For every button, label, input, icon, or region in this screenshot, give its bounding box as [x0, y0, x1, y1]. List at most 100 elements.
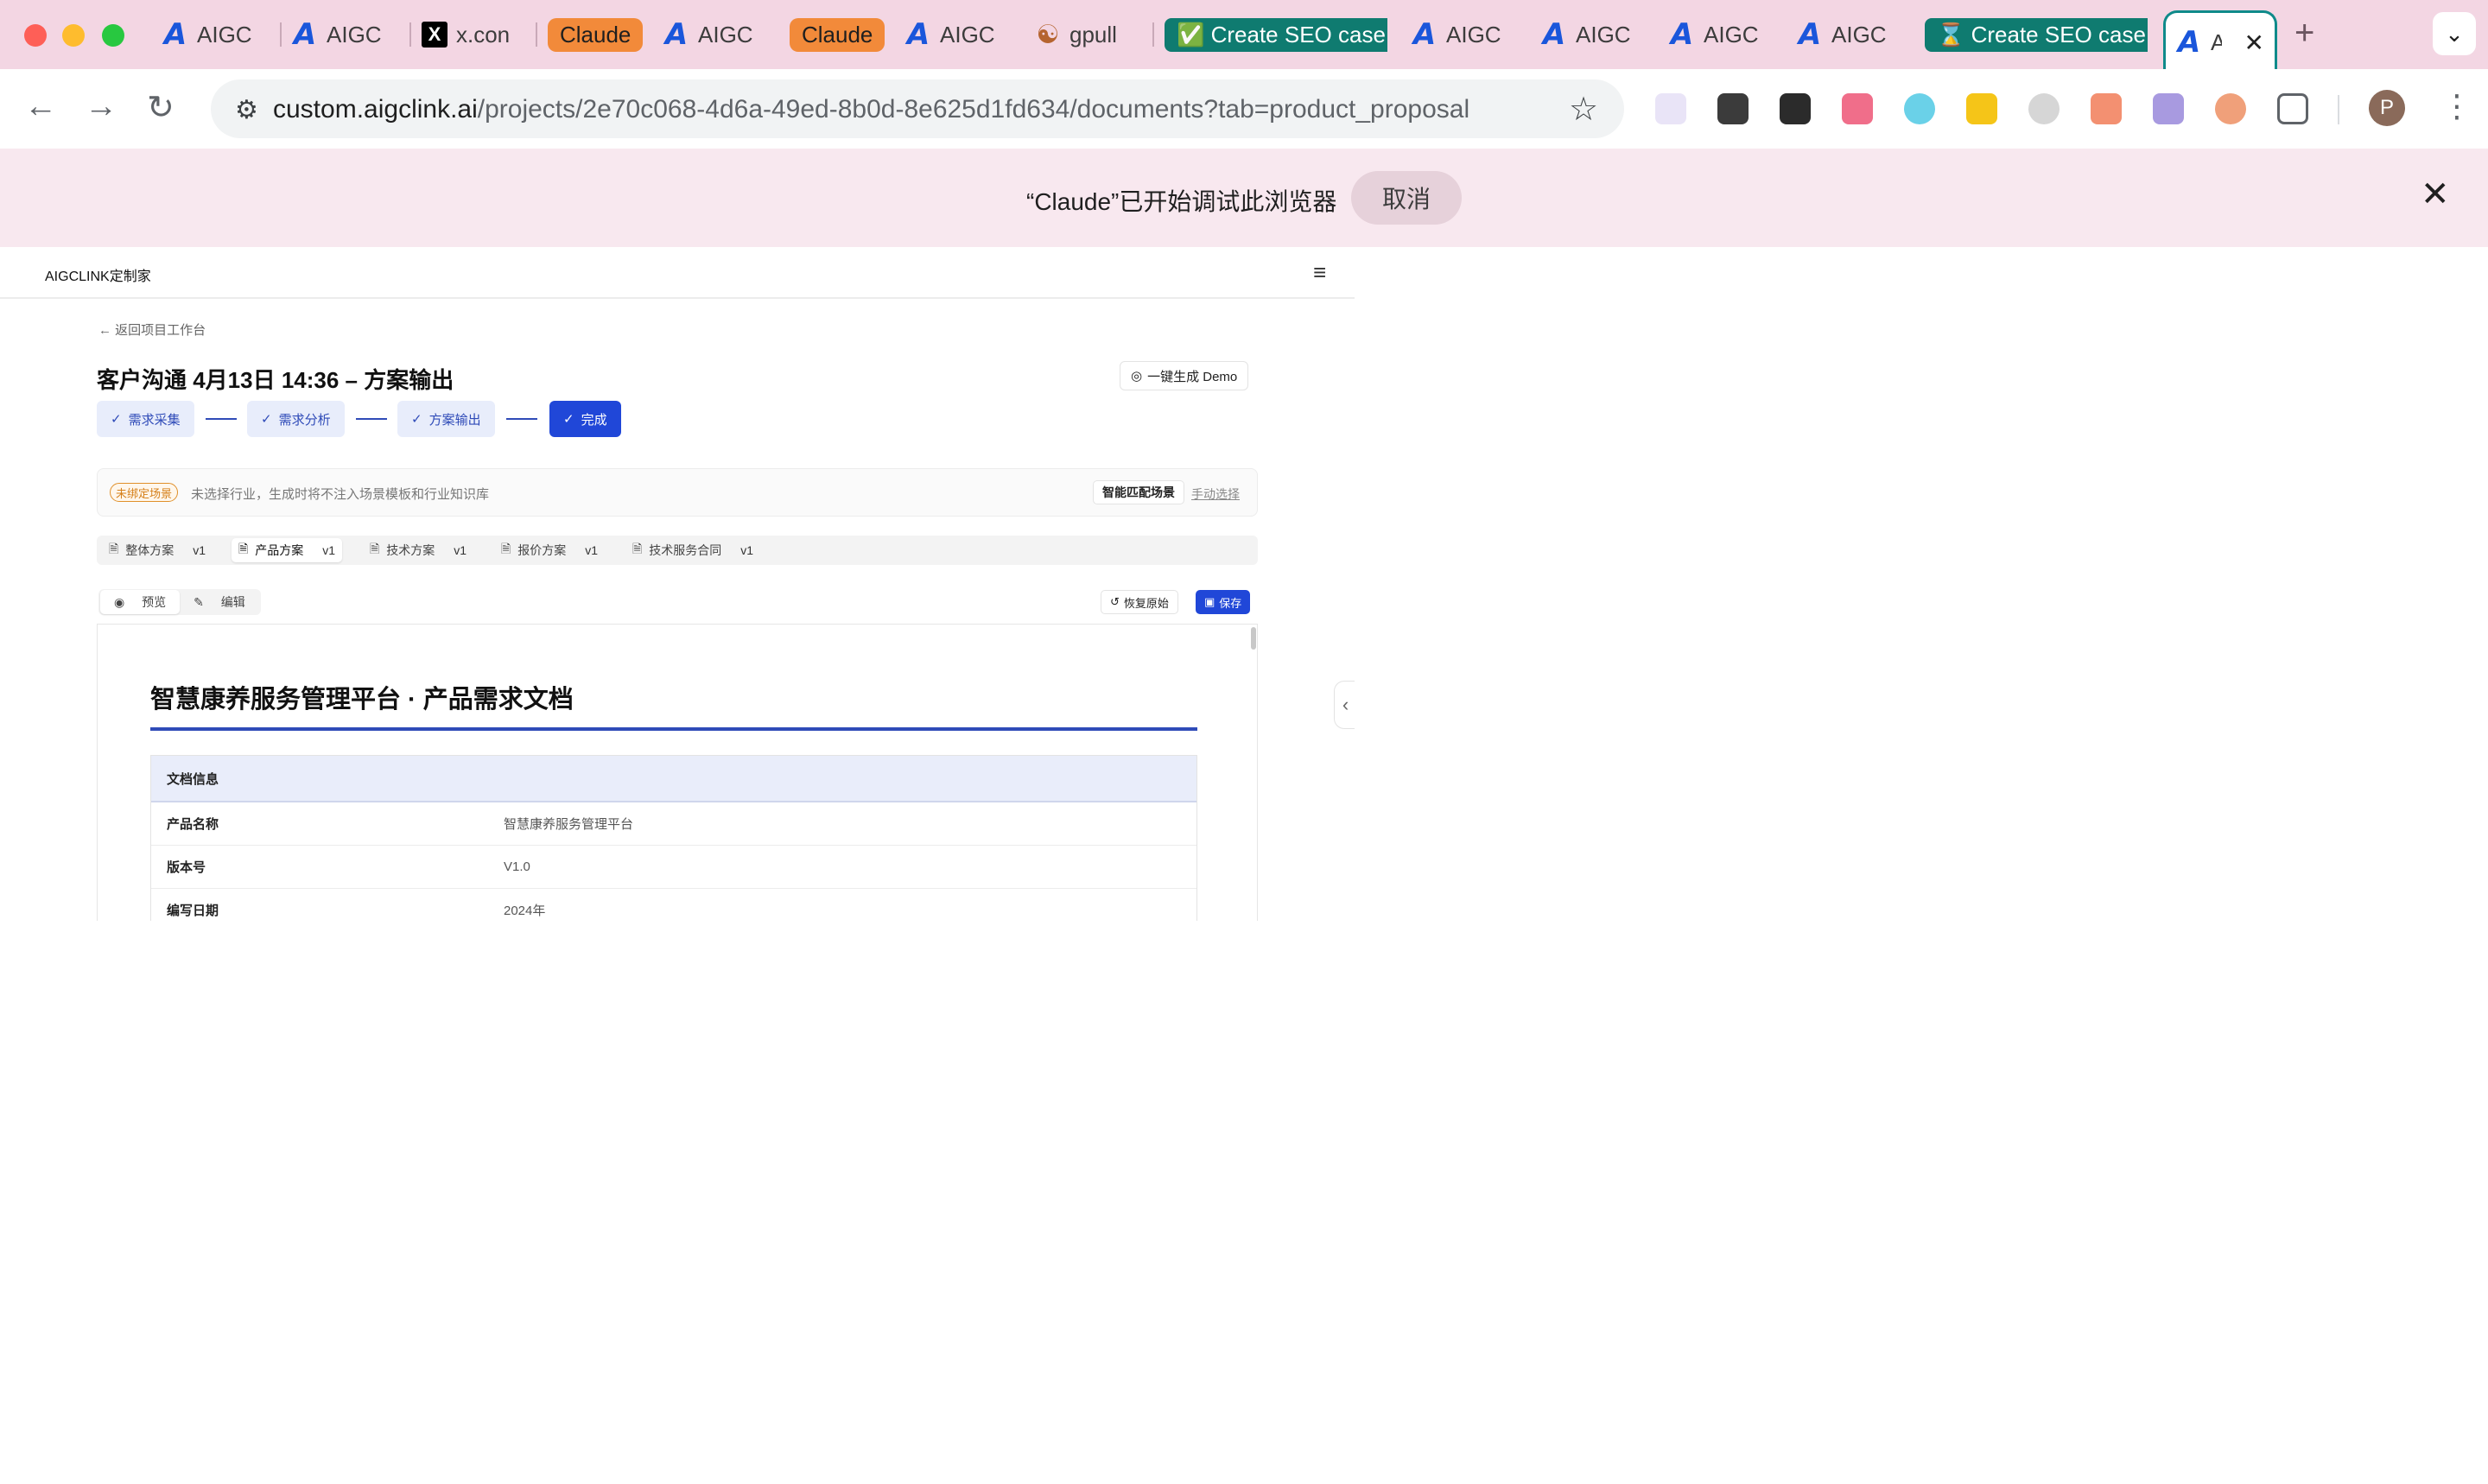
brand-logo[interactable]: AIGCLINK定制家	[45, 264, 151, 285]
profile-avatar[interactable]: P	[2369, 90, 2405, 126]
tab-title: AIGC	[1704, 21, 1759, 48]
browser-tab[interactable]: A AIGC	[653, 12, 779, 57]
preview-mode-button[interactable]: ◉ 预览	[100, 590, 181, 614]
tab-title: AIGC	[940, 21, 995, 48]
browser-tab[interactable]: A AIGC	[1659, 12, 1787, 57]
step-label: 完成	[581, 412, 607, 428]
browser-tab[interactable]: A AIGC	[1787, 12, 1914, 57]
extension-icon[interactable]	[1655, 93, 1686, 124]
extension-icon[interactable]	[1842, 93, 1873, 124]
tab-title: AIGC	[1831, 21, 1887, 48]
save-button[interactable]: ▣ 保存	[1196, 590, 1251, 614]
forward-arrow-icon[interactable]: →	[85, 88, 117, 125]
maximize-window-button[interactable]	[102, 24, 124, 47]
url-text[interactable]: custom.aigclink.ai/projects/2e70c068-4d6…	[273, 95, 1469, 124]
restore-original-button[interactable]: ↺ 恢复原始	[1101, 590, 1178, 614]
browser-tab[interactable]: A AIGC	[282, 12, 411, 57]
bookmark-star-icon[interactable]: ☆	[1569, 90, 1598, 129]
version-badge: v1	[740, 543, 754, 557]
browser-tab[interactable]: A AIGC	[1401, 12, 1531, 57]
scene-binding-bar: 未绑定场景 未选择行业，生成时将不注入场景模板和行业知识库 智能匹配场景 手动选…	[97, 468, 1258, 517]
extensions-puzzle-icon[interactable]	[2277, 93, 2308, 124]
back-link[interactable]: ← 返回项目工作台	[98, 320, 206, 339]
hamburger-menu-icon[interactable]: ≡	[1313, 259, 1326, 286]
step-requirements-collection[interactable]: ✓ 需求采集	[97, 401, 194, 437]
more-menu-icon[interactable]: ⋮	[2441, 88, 2472, 124]
side-panel-toggle[interactable]: ‹	[1334, 681, 1355, 729]
tab-label: 整体方案	[125, 543, 175, 557]
browser-tab[interactable]: Claude	[537, 12, 653, 57]
browser-tab[interactable]: ☯ gpull	[1025, 12, 1154, 57]
site-settings-icon[interactable]: ⚙	[235, 95, 258, 125]
step-proposal-output[interactable]: ✓ 方案输出	[397, 401, 495, 437]
chat-bubble-icon[interactable]	[2028, 93, 2060, 124]
extension-icon[interactable]	[1966, 93, 1997, 124]
browser-toolbar: ← → ↻ ⚙ custom.aigclink.ai/projects/2e70…	[0, 69, 2488, 149]
browser-tab[interactable]: Claude	[779, 12, 895, 57]
tab-overall-proposal[interactable]: 🗎 整体方案 v1	[102, 538, 213, 562]
tab-group-label: ✅ Create SEO case s	[1165, 17, 1387, 52]
unbound-scene-badge: 未绑定场景	[110, 483, 179, 502]
tab-title: A	[2211, 29, 2222, 55]
address-bar[interactable]: ⚙ custom.aigclink.ai/projects/2e70c068-4…	[211, 79, 1624, 138]
close-tab-icon[interactable]: ✕	[2244, 29, 2264, 57]
check-icon: ✓	[111, 412, 122, 427]
tab-title: AIGC	[197, 21, 252, 48]
tab-service-contract[interactable]: 🗎 技术服务合同 v1	[625, 538, 760, 562]
aigclink-a-icon: A	[664, 17, 689, 52]
tab-technical-proposal[interactable]: 🗎 技术方案 v1	[363, 538, 473, 562]
tab-search-button[interactable]: ⌄	[2433, 12, 2476, 55]
back-arrow-icon[interactable]: ←	[24, 88, 57, 125]
tab-title: AIGC	[327, 21, 382, 48]
tab-product-proposal[interactable]: 🗎 产品方案 v1	[232, 538, 343, 562]
eye-icon: ◉	[114, 595, 125, 609]
extension-icon[interactable]	[1904, 93, 1935, 124]
debugging-message: “Claude”已开始调试此浏览器	[1026, 188, 1337, 215]
table-row: 编写日期 2024年	[151, 889, 1196, 921]
cancel-debugging-button[interactable]: 取消	[1351, 171, 1462, 225]
manual-select-link[interactable]: 手动选择	[1191, 485, 1240, 503]
generate-demo-button[interactable]: ◎ 一键生成 Demo	[1120, 361, 1249, 390]
generate-demo-label: 一键生成 Demo	[1147, 369, 1238, 384]
browser-tab[interactable]: ✅ Create SEO case s	[1154, 12, 1387, 57]
claude-sparkle-icon[interactable]	[2215, 93, 2246, 124]
debugging-infobar: “Claude”已开始调试此浏览器 取消 ✕	[0, 149, 2488, 247]
browser-tab-active[interactable]: A A ✕	[2163, 10, 2277, 69]
edit-mode-button[interactable]: ✎ 编辑	[180, 590, 259, 614]
browser-tab[interactable]: A AIGC	[1531, 12, 1659, 57]
tab-label: 技术服务合同	[649, 543, 722, 557]
tab-label: 报价方案	[517, 543, 567, 557]
document-scrollbar[interactable]	[1251, 627, 1256, 650]
close-window-button[interactable]	[24, 24, 47, 47]
edit-icon: ✎	[194, 595, 204, 609]
target-icon: ◎	[1131, 369, 1143, 384]
step-complete[interactable]: ✓ 完成	[549, 401, 621, 437]
row-value: V1.0	[504, 859, 530, 874]
tab-quotation[interactable]: 🗎 报价方案 v1	[494, 538, 605, 562]
extension-icon[interactable]	[1780, 93, 1811, 124]
close-infobar-icon[interactable]: ✕	[2421, 174, 2450, 214]
extension-icon[interactable]	[1717, 93, 1749, 124]
extension-icon[interactable]	[2153, 93, 2184, 124]
chevron-down-icon: ⌄	[2445, 20, 2464, 47]
browser-tab[interactable]: A AIGC	[895, 12, 1025, 57]
tab-label: 产品方案	[255, 543, 304, 557]
document-icon: 🗎	[501, 542, 511, 555]
aigclink-a-icon: A	[1542, 17, 1566, 52]
browser-tab[interactable]: X x.con	[411, 12, 537, 57]
browser-tab[interactable]: ⌛ Create SEO case s	[1914, 12, 2148, 57]
extension-icon[interactable]	[2091, 93, 2122, 124]
new-tab-button[interactable]: +	[2294, 14, 2314, 53]
preview-label: 预览	[142, 595, 167, 609]
minimize-window-button[interactable]	[62, 24, 85, 47]
reload-icon[interactable]: ↻	[147, 88, 175, 127]
table-row: 版本号 V1.0	[151, 846, 1196, 889]
document-tabs: 🗎 整体方案 v1 🗎 产品方案 v1 🗎 技术方案 v1 🗎 报价方案 v1 …	[97, 536, 1258, 565]
smart-match-scene-button[interactable]: 智能匹配场景	[1093, 480, 1184, 504]
table-row: 产品名称 智慧康养服务管理平台	[151, 802, 1196, 846]
tab-group-label: ⌛ Create SEO case s	[1925, 17, 2148, 52]
step-requirements-analysis[interactable]: ✓ 需求分析	[247, 401, 345, 437]
edit-label: 编辑	[220, 595, 245, 609]
check-icon: ✓	[261, 412, 272, 427]
browser-tab[interactable]: A AIGC	[152, 12, 282, 57]
